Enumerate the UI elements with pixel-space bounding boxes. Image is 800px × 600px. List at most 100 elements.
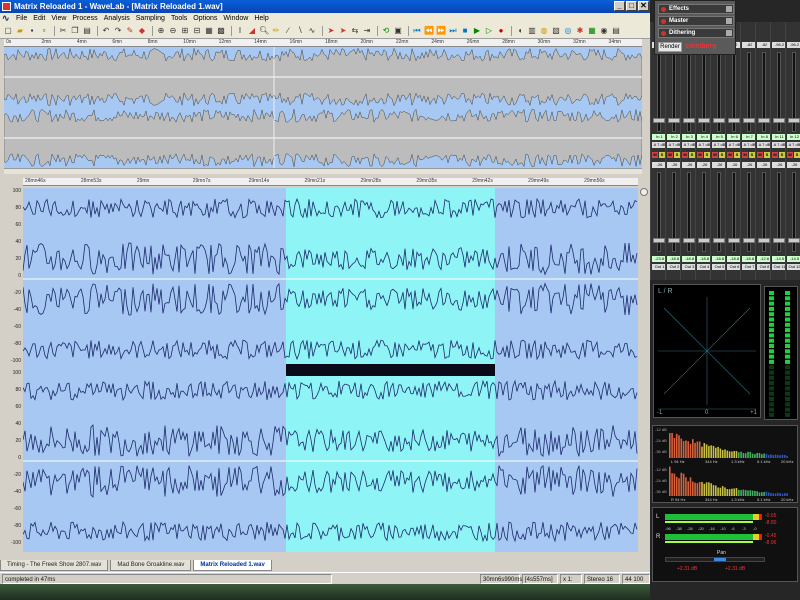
- effects-row[interactable]: Effects: [658, 4, 734, 14]
- record-icon[interactable]: ●: [496, 26, 506, 36]
- strip-mute-button[interactable]: M: [787, 152, 793, 158]
- strip-out-fader-cap[interactable]: [773, 238, 785, 243]
- strip-fader-cap[interactable]: [683, 118, 695, 123]
- dithering-row[interactable]: Dithering: [658, 28, 734, 38]
- pencil-icon[interactable]: ✎: [125, 26, 135, 36]
- tab-timing-freek-show[interactable]: Timing - The Freek Show 2807.wav: [0, 560, 109, 571]
- strip-mute-button[interactable]: M: [757, 152, 763, 158]
- marker-region-icon[interactable]: ⇥: [362, 26, 372, 36]
- close-button[interactable]: ✕: [638, 1, 649, 11]
- pencil-draw-icon[interactable]: ✏: [271, 26, 281, 36]
- strip-out-fader-cap[interactable]: [668, 238, 680, 243]
- database-icon[interactable]: ▤: [611, 26, 621, 36]
- strip-fader-cap[interactable]: [788, 118, 800, 123]
- open-folder-icon[interactable]: ▰: [15, 26, 25, 36]
- main-waveform[interactable]: [22, 188, 638, 552]
- strip-fader-cap[interactable]: [728, 118, 740, 123]
- strip-solo-button[interactable]: S: [794, 152, 800, 158]
- zoom-fit-icon[interactable]: ⊞: [180, 26, 190, 36]
- play-icon[interactable]: ▶: [472, 26, 482, 36]
- fast-forward-icon[interactable]: ⏩: [436, 26, 446, 36]
- strip-out-fader-cap[interactable]: [758, 238, 770, 243]
- zoom-out-icon[interactable]: ⊖: [168, 26, 178, 36]
- zoom-knob-icon[interactable]: [640, 188, 648, 196]
- fade-in-icon[interactable]: ∕: [283, 26, 293, 36]
- strip-out-fader-cap[interactable]: [728, 238, 740, 243]
- menu-file[interactable]: File: [13, 13, 30, 24]
- snap-icon[interactable]: ▣: [393, 26, 403, 36]
- strip-fader-cap[interactable]: [653, 118, 665, 123]
- strip-out-fader-cap[interactable]: [698, 238, 710, 243]
- vertical-zoom-bar[interactable]: [638, 174, 650, 560]
- montage-icon[interactable]: ▦: [587, 26, 597, 36]
- minimize-button[interactable]: _: [614, 1, 625, 11]
- batch-icon[interactable]: ✱: [575, 26, 585, 36]
- new-file-icon[interactable]: ▢: [3, 26, 13, 36]
- strip-fader-cap[interactable]: [668, 118, 680, 123]
- zoom-selection-icon[interactable]: ⊟: [192, 26, 202, 36]
- phase-icon[interactable]: ◎: [563, 26, 573, 36]
- menu-view[interactable]: View: [48, 13, 69, 24]
- grid-icon[interactable]: ▩: [216, 26, 226, 36]
- master-power-icon[interactable]: [661, 19, 666, 24]
- tab-mad-bone[interactable]: Mad Bone Groakline.wav: [110, 560, 192, 571]
- master-row[interactable]: Master: [658, 16, 734, 26]
- magnify-icon[interactable]: 🔍︎: [259, 26, 269, 36]
- strip-mute-button[interactable]: M: [682, 152, 688, 158]
- play-selection-icon[interactable]: ▷: [484, 26, 494, 36]
- master-expand-icon[interactable]: [726, 18, 732, 24]
- marker-icon[interactable]: ➤: [326, 26, 336, 36]
- menu-sampling[interactable]: Sampling: [133, 13, 168, 24]
- dithering-power-icon[interactable]: [661, 31, 666, 36]
- strip-mute-button[interactable]: M: [727, 152, 733, 158]
- marker-next-icon[interactable]: ➤: [338, 26, 348, 36]
- menu-analysis[interactable]: Analysis: [101, 13, 133, 24]
- menu-window[interactable]: Window: [220, 13, 251, 24]
- spectrum-icon[interactable]: ▧: [551, 26, 561, 36]
- meters-icon[interactable]: ▥: [527, 26, 537, 36]
- zoom-all-icon[interactable]: ▦: [204, 26, 214, 36]
- zoom-in-icon[interactable]: ⊕: [156, 26, 166, 36]
- strip-mute-button[interactable]: M: [697, 152, 703, 158]
- save-all-icon[interactable]: ▫: [39, 26, 49, 36]
- overview-time-ruler[interactable]: 0s 2mn 4mn 6mn 8mn 10mn 12mn 14mn 16mn 18mn 20mn 22…: [4, 39, 642, 47]
- redo-icon[interactable]: ↷: [113, 26, 123, 36]
- speaker-icon[interactable]: ◖: [515, 26, 525, 36]
- menu-options[interactable]: Options: [190, 13, 220, 24]
- play-marker-icon[interactable]: ◢: [247, 26, 257, 36]
- strip-mute-button[interactable]: M: [772, 152, 778, 158]
- wave-analysis-icon[interactable]: ◍: [539, 26, 549, 36]
- loop-icon[interactable]: ⟲: [381, 26, 391, 36]
- dvd-icon[interactable]: ◉: [599, 26, 609, 36]
- strip-mute-button[interactable]: M: [712, 152, 718, 158]
- strip-out-fader-cap[interactable]: [743, 238, 755, 243]
- strip-fader-cap[interactable]: [713, 118, 725, 123]
- tab-matrix-reloaded[interactable]: Matrix Reloaded 1.wav: [193, 560, 272, 571]
- strip-out-fader-cap[interactable]: [653, 238, 665, 243]
- paste-icon[interactable]: ▤: [82, 26, 92, 36]
- dithering-expand-icon[interactable]: [726, 30, 732, 36]
- menu-tools[interactable]: Tools: [168, 13, 190, 24]
- main-time-ruler[interactable]: 28mn46s 28mn53s 29mn 29mn7s 29mn14s 29mn21s 29…: [23, 178, 638, 186]
- render-button[interactable]: Render: [658, 42, 682, 52]
- strip-fader-cap[interactable]: [698, 118, 710, 123]
- marker-loop-icon[interactable]: ⇆: [350, 26, 360, 36]
- restore-button[interactable]: □: [626, 1, 637, 11]
- strip-mute-button[interactable]: M: [742, 152, 748, 158]
- undo-icon[interactable]: ↶: [101, 26, 111, 36]
- crossfade-icon[interactable]: ∿: [307, 26, 317, 36]
- copy-icon[interactable]: ❐: [70, 26, 80, 36]
- strip-mute-button[interactable]: M: [667, 152, 673, 158]
- save-icon[interactable]: ▪: [27, 26, 37, 36]
- strip-out-fader-cap[interactable]: [683, 238, 695, 243]
- rewind-start-icon[interactable]: ⏮: [412, 26, 422, 36]
- text-cursor-icon[interactable]: I: [235, 26, 245, 36]
- menu-help[interactable]: Help: [251, 13, 271, 24]
- strip-fader-cap[interactable]: [743, 118, 755, 123]
- stop-icon[interactable]: ■: [460, 26, 470, 36]
- strip-fader-cap[interactable]: [773, 118, 785, 123]
- menu-process[interactable]: Process: [69, 13, 100, 24]
- strip-fader-cap[interactable]: [758, 118, 770, 123]
- menu-edit[interactable]: Edit: [30, 13, 48, 24]
- effects-expand-icon[interactable]: [726, 6, 732, 12]
